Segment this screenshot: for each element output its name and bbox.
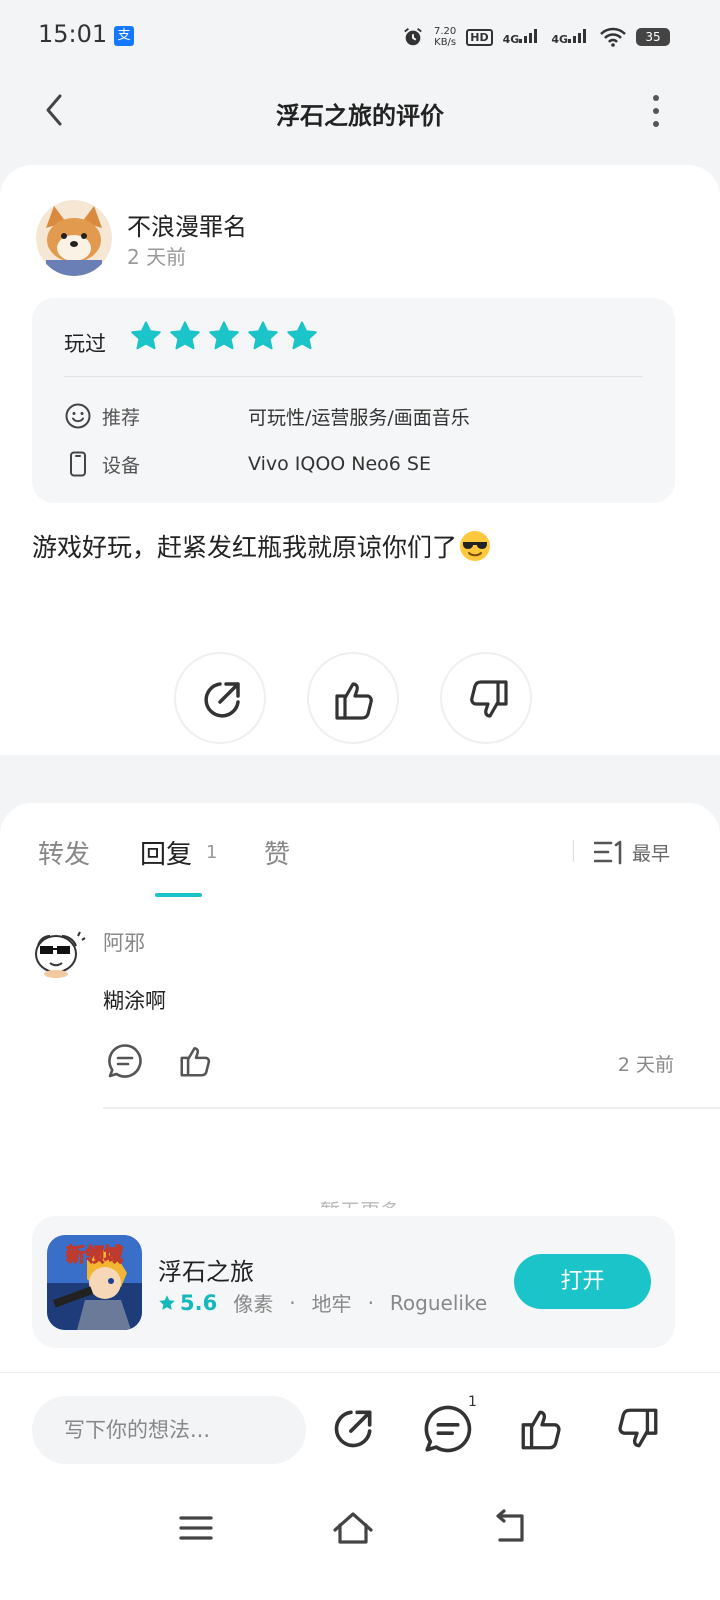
comment-icon[interactable] [423,1404,473,1454]
tab-forward[interactable]: 转发 [38,834,90,871]
reply-like-button[interactable] [177,1042,215,1080]
sort-button[interactable]: 最早 [594,836,670,868]
sort-list-icon [594,840,622,865]
network-type-2: 4G [551,32,568,46]
network-speed: 7.20 KB/s [434,26,456,48]
device-row: 设备 Vivo IQOO Neo6 SE [64,448,644,480]
open-game-button[interactable]: 打开 [514,1254,651,1309]
dislike-button[interactable] [440,652,532,744]
status-bar: 15:01 支 7.20 KB/s HD 4G 4G 35 [0,0,720,72]
back-icon[interactable] [488,1508,532,1548]
reply-text: 糊涂啊 [103,989,166,1013]
hd-icon: HD [466,28,493,46]
recommend-label: 推荐 [102,406,141,429]
tab-replies[interactable]: 回复 [140,834,192,871]
game-rating: 5.6 [180,1290,218,1315]
home-icon[interactable] [331,1508,375,1548]
star-icon [131,321,161,350]
system-nav-bar [0,1490,720,1570]
sort-divider [573,840,574,862]
no-more-label: 暂无更多 [320,1199,400,1215]
star-icon [209,321,239,350]
thumbs-up-icon[interactable] [517,1404,567,1454]
star-icon [159,1294,175,1310]
sort-label: 最早 [632,842,671,865]
network-speed-value: 7.20 [434,26,457,37]
rating-stars [130,320,318,352]
menu-icon[interactable] [174,1508,218,1548]
game-icon[interactable]: 新领域 [47,1235,142,1330]
review-info-box: 玩过 推荐 可玩性/运营服务/画面音乐 设备 Vivo IQOO Neo6 SE [32,298,675,503]
game-tag: 像素 [233,1292,274,1316]
smile-icon [65,403,91,429]
comment-input[interactable] [32,1396,306,1464]
alipay-icon: 支 [114,26,134,46]
played-label: 玩过 [64,332,106,356]
active-tab-indicator [155,893,202,897]
like-button[interactable] [307,652,399,744]
battery-icon: 35 [636,28,670,46]
game-icon-text: 新领域 [66,1243,123,1266]
review-time: 2 天前 [127,245,187,269]
top-bar: 浮石之旅的评价 [0,72,720,152]
review-content: 游戏好玩，赶紧发红瓶我就原谅你们了 [32,528,491,564]
reply-divider [103,1107,720,1109]
more-options-button[interactable] [646,94,666,128]
page-title: 浮石之旅的评价 [276,102,444,130]
alarm-icon [404,28,422,46]
wifi-icon [600,27,626,47]
tab-replies-count: 1 [206,842,218,863]
recommend-value: 可玩性/运营服务/画面音乐 [248,406,470,429]
tag-separator: · [367,1290,374,1315]
share-icon [204,682,240,718]
network-speed-unit: KB/s [434,37,457,48]
star-icon [287,321,317,350]
tab-likes[interactable]: 赞 [264,834,290,871]
star-icon [170,321,200,350]
status-time: 15:01 [38,20,108,48]
network-type-1: 4G [502,32,520,46]
thumbs-up-icon [335,682,373,720]
star-icon [248,321,278,350]
review-author-name[interactable]: 不浪漫罪名 [127,207,247,242]
reply-time: 2 天前 [617,1054,674,1076]
status-icons: 7.20 KB/s HD 4G 4G 35 [402,22,670,52]
recommend-row: 推荐 可玩性/运营服务/画面音乐 [64,400,644,432]
reply-author-name[interactable]: 阿邪 [103,927,145,957]
signal-icon: 4G [502,28,542,46]
share-icon[interactable] [328,1404,378,1454]
thumbs-down-icon[interactable] [612,1404,662,1454]
game-tag: 地牢 [311,1292,352,1316]
thumbs-down-icon [470,680,508,718]
share-button[interactable] [174,652,266,744]
game-card[interactable]: 新领域 浮石之旅 5.6 像素 · 地牢 · Roguelike 打开 [32,1216,675,1348]
reply-comment-button[interactable] [107,1043,143,1079]
comment-count-badge: 1 [468,1394,477,1410]
device-value: Vivo IQOO Neo6 SE [248,453,431,475]
avatar[interactable] [36,200,112,276]
game-meta: 5.6 像素 · 地牢 · Roguelike [158,1288,487,1317]
game-name: 浮石之旅 [158,1258,254,1286]
info-divider [64,376,643,377]
game-tag: Roguelike [389,1290,488,1315]
tag-separator: · [289,1290,296,1315]
device-label: 设备 [102,454,141,477]
reply-avatar[interactable] [32,928,86,978]
phone-icon [70,451,86,477]
review-text: 游戏好玩，赶紧发红瓶我就原谅你们了 [32,533,458,562]
signal-icon: 4G [551,28,590,46]
sunglasses-emoji-icon [460,531,491,561]
